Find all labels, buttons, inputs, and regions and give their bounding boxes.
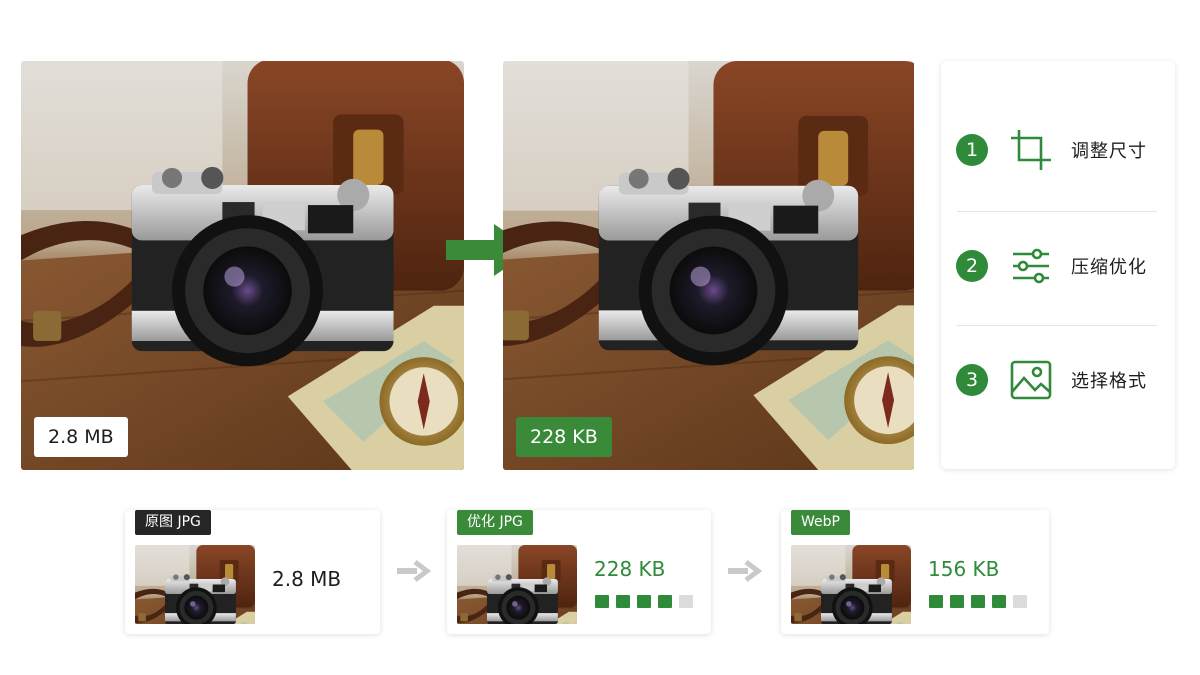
- image-icon: [1010, 360, 1052, 400]
- original-photo: [21, 61, 464, 470]
- quality-dot: [679, 595, 693, 608]
- quality-meter: [595, 595, 693, 608]
- quality-dot: [637, 595, 651, 608]
- step-label: 调整尺寸: [1071, 141, 1147, 162]
- quality-dot: [929, 595, 943, 608]
- step-compress[interactable]: 2 压缩优化: [941, 211, 1175, 321]
- step-format[interactable]: 3 选择格式: [941, 325, 1175, 435]
- quality-dot: [616, 595, 630, 608]
- quality-dot: [950, 595, 964, 608]
- format-card-webp[interactable]: WebP 156 KB: [781, 510, 1049, 634]
- quality-dot: [971, 595, 985, 608]
- step-label: 选择格式: [1071, 371, 1147, 392]
- quality-dot: [1013, 595, 1027, 608]
- sliders-icon: [1013, 248, 1049, 284]
- thumbnail: [791, 545, 911, 624]
- file-size: 228 KB: [594, 557, 666, 581]
- format-tag: WebP: [791, 510, 850, 535]
- format-card-original[interactable]: 原图 JPG 2.8 MB: [125, 510, 380, 634]
- arrow-right-icon: [728, 560, 762, 582]
- thumbnail: [457, 545, 577, 624]
- file-size: 2.8 MB: [272, 567, 342, 591]
- arrow-right-icon: [397, 560, 431, 582]
- step-number: 1: [956, 134, 988, 166]
- thumbnail: [135, 545, 255, 624]
- quality-dot: [658, 595, 672, 608]
- quality-dot: [992, 595, 1006, 608]
- quality-meter: [929, 595, 1027, 608]
- step-resize[interactable]: 1 调整尺寸: [941, 95, 1175, 205]
- optimized-photo: [503, 61, 914, 470]
- original-size-badge: 2.8 MB: [34, 417, 128, 457]
- format-tag: 原图 JPG: [135, 510, 211, 535]
- crop-icon: [1011, 130, 1051, 170]
- step-number: 3: [956, 364, 988, 396]
- steps-panel: 1 调整尺寸 2 压缩优化 3 选择格式: [941, 61, 1175, 469]
- step-number: 2: [956, 250, 988, 282]
- format-tag: 优化 JPG: [457, 510, 533, 535]
- quality-dot: [595, 595, 609, 608]
- optimized-size-badge: 228 KB: [516, 417, 612, 457]
- format-card-optimized-jpg[interactable]: 优化 JPG 228 KB: [447, 510, 711, 634]
- step-label: 压缩优化: [1071, 257, 1147, 278]
- file-size: 156 KB: [928, 557, 1000, 581]
